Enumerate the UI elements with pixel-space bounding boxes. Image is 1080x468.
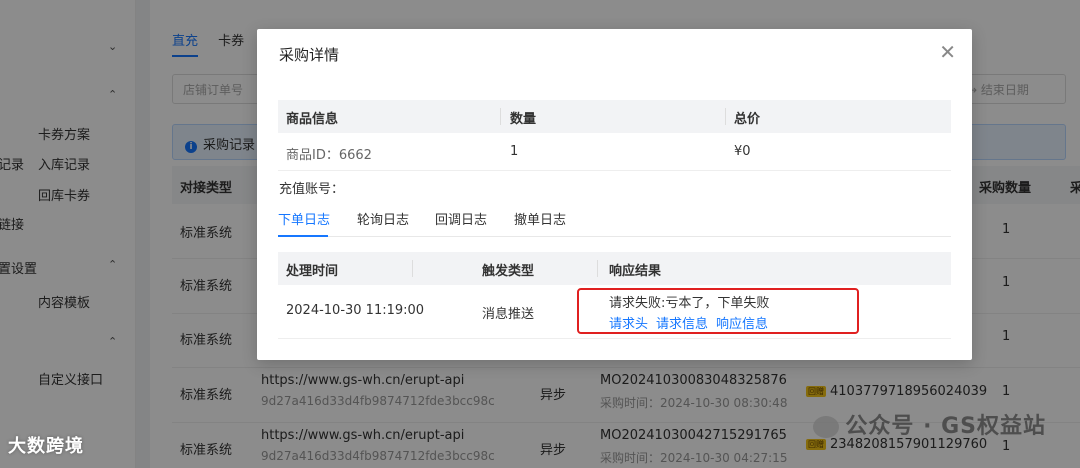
tab-polling-log[interactable]: 轮询日志 <box>357 209 409 228</box>
product-total: ¥0 <box>734 144 751 159</box>
tab-cancel-log[interactable]: 撤单日志 <box>514 209 566 228</box>
watermark-right: 公众号 · GS权益站 <box>813 408 1046 440</box>
product-id: 商品ID：6662 <box>286 148 372 163</box>
log-tabs: 下单日志 轮询日志 回调日志 撤单日志 <box>278 201 951 237</box>
modal-title: 采购详情 <box>279 46 340 64</box>
request-header-link[interactable]: 请求头 <box>609 317 648 332</box>
col-trigger-type: 触发类型 <box>482 264 535 279</box>
close-icon[interactable]: ✕ <box>939 42 956 62</box>
watermark-right-text: 公众号 · GS权益站 <box>845 414 1046 439</box>
column-divider <box>597 260 598 277</box>
col-product-info: 商品信息 <box>286 112 339 127</box>
column-divider <box>500 108 501 125</box>
col-response-result: 响应结果 <box>609 264 662 279</box>
recharge-account-label: 充值账号： <box>279 182 345 197</box>
watermark-left: 大数跨境 <box>8 436 84 457</box>
active-tab-indicator <box>278 235 328 237</box>
wechat-icon <box>813 416 840 438</box>
tab-callback-log[interactable]: 回调日志 <box>435 209 487 228</box>
tab-order-log[interactable]: 下单日志 <box>278 209 330 228</box>
request-info-link[interactable]: 请求信息 <box>656 317 708 332</box>
purchase-detail-modal: 采购详情 ✕ 商品信息 数量 总价 商品ID：6662 1 ¥0 充值账号： 下… <box>257 29 972 360</box>
product-qty: 1 <box>510 144 519 159</box>
col-process-time: 处理时间 <box>286 264 339 279</box>
log-table-header: 处理时间 触发类型 响应结果 <box>278 252 951 285</box>
log-time: 2024-10-30 11:19:00 <box>286 303 425 318</box>
log-result-links: 请求头 请求信息 响应信息 <box>609 313 776 332</box>
log-row: 2024-10-30 11:19:00 消息推送 请求失败:亏本了，下单失败 请… <box>278 285 951 339</box>
column-divider <box>725 108 726 125</box>
log-result-message: 请求失败:亏本了，下单失败 <box>609 296 770 311</box>
product-row: 商品ID：6662 1 ¥0 <box>278 133 951 171</box>
col-total-price: 总价 <box>734 112 761 127</box>
product-table-header: 商品信息 数量 总价 <box>278 100 951 133</box>
response-info-link[interactable]: 响应信息 <box>716 317 768 332</box>
col-quantity: 数量 <box>510 112 537 127</box>
column-divider <box>412 260 413 277</box>
log-trigger: 消息推送 <box>482 307 535 322</box>
